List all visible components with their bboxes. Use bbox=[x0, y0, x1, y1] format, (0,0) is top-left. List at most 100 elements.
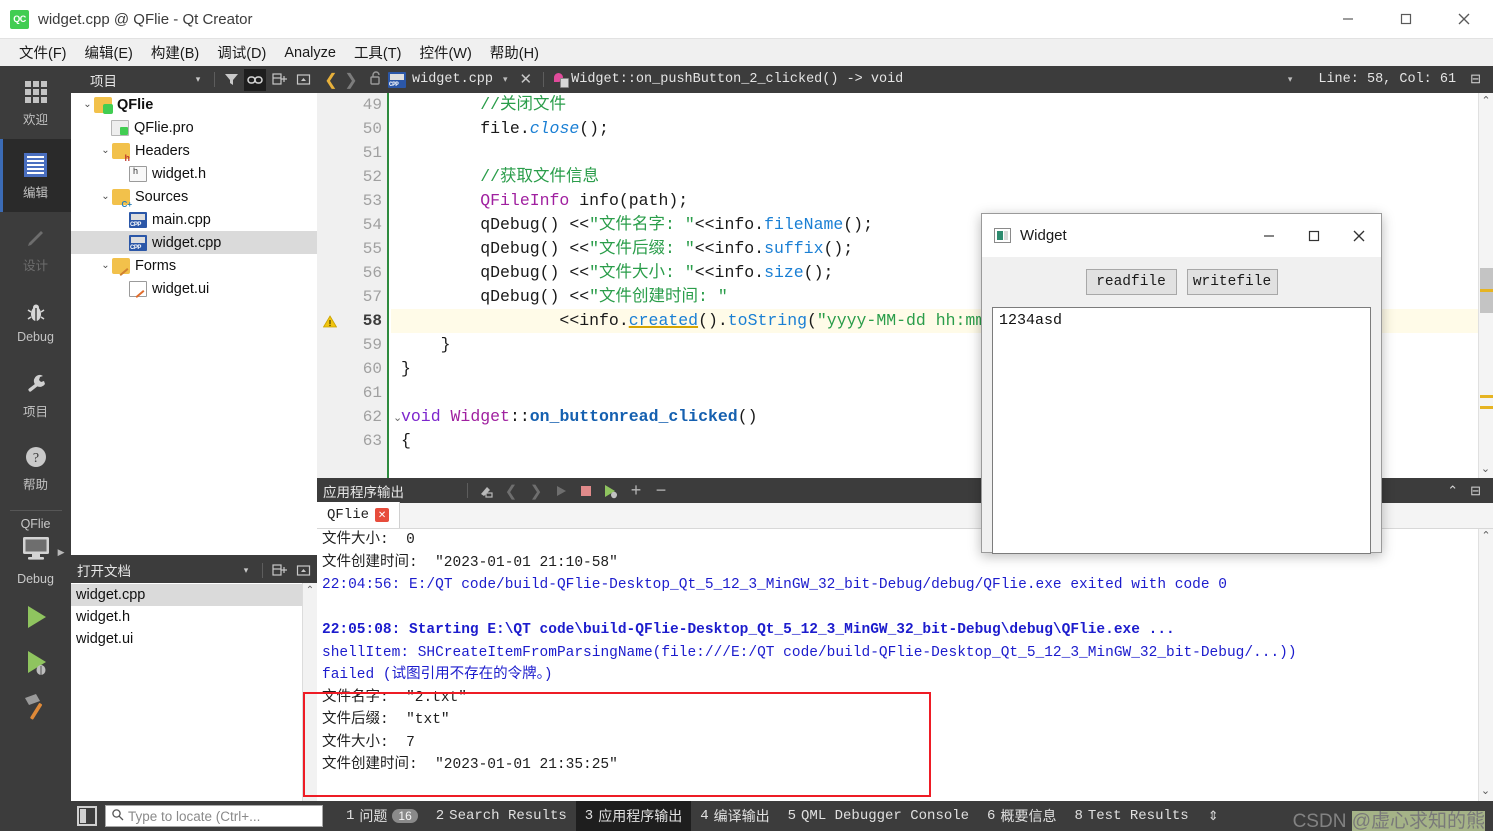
scroll-up-icon[interactable]: ⌃ bbox=[303, 583, 317, 599]
target-selector-button[interactable]: ▶ bbox=[19, 535, 65, 568]
pane-button-search-results[interactable]: 2 Search Results bbox=[427, 803, 576, 829]
lock-open-icon[interactable] bbox=[370, 70, 383, 89]
prev-item-icon[interactable]: ❮ bbox=[501, 481, 521, 501]
tree-node-sources[interactable]: ⌄ Sources bbox=[71, 185, 317, 209]
gutter-line-number[interactable]: 50 bbox=[317, 117, 387, 141]
go-forward-icon[interactable]: ❯ bbox=[341, 70, 361, 90]
clear-icon[interactable] bbox=[476, 481, 496, 501]
open-doc-widget-h[interactable]: widget.h bbox=[71, 606, 317, 628]
mode-welcome[interactable]: 欢迎 bbox=[0, 66, 71, 139]
code-line[interactable]: QFileInfo info(path); bbox=[391, 189, 1481, 213]
fold-toggle-icon[interactable]: ⌄ bbox=[393, 411, 402, 424]
open-doc-widget-cpp[interactable]: widget.cpp bbox=[71, 584, 317, 606]
tree-node-qflie-pro[interactable]: QFlie.pro bbox=[71, 116, 317, 139]
scroll-down-icon[interactable]: ⌄ bbox=[1479, 784, 1492, 801]
symbol-combo[interactable]: Widget::on_pushButton_2_clicked() -> voi… bbox=[553, 72, 903, 88]
mode-edit[interactable]: 编辑 bbox=[0, 139, 71, 212]
widget-minimize-button[interactable] bbox=[1246, 214, 1291, 257]
zoom-in-icon[interactable]: + bbox=[626, 480, 646, 501]
writefile-button[interactable]: writefile bbox=[1186, 269, 1278, 295]
mode-design[interactable]: 设计 bbox=[0, 212, 71, 285]
menu-debug[interactable]: 调试(D) bbox=[208, 39, 275, 66]
chevron-down-icon[interactable]: ⌄ bbox=[99, 191, 112, 202]
view-combo-caret-icon[interactable]: ▾ bbox=[187, 69, 209, 91]
chevron-down-icon[interactable]: ⌄ bbox=[81, 99, 94, 110]
tree-node-widget-ui[interactable]: widget.ui bbox=[71, 277, 317, 300]
stop-icon[interactable] bbox=[576, 481, 596, 501]
collapse-icon[interactable] bbox=[292, 69, 314, 91]
tree-node-qflie[interactable]: ⌄ QFlie bbox=[71, 93, 317, 116]
scroll-down-icon[interactable]: ⌄ bbox=[1479, 461, 1492, 478]
chevron-down-icon[interactable]: ▾ bbox=[503, 75, 508, 85]
sidebar-toggle-icon[interactable] bbox=[77, 806, 97, 826]
gutter-line-number[interactable]: 53 bbox=[317, 189, 387, 213]
output-scrollbar[interactable]: ⌃ ⌄ bbox=[1478, 529, 1493, 801]
output-tab-qflie[interactable]: QFlie ✕ bbox=[317, 502, 401, 528]
close-icon[interactable]: ✕ bbox=[375, 508, 390, 522]
menu-help[interactable]: 帮助(H) bbox=[481, 39, 548, 66]
close-document-icon[interactable]: ✕ bbox=[520, 70, 533, 89]
gutter-line-number[interactable]: 55 bbox=[317, 237, 387, 261]
gutter-line-number[interactable]: 52 bbox=[317, 165, 387, 189]
pane-button-qml-debugger-console[interactable]: 5 QML Debugger Console bbox=[779, 803, 978, 829]
readfile-button[interactable]: readfile bbox=[1085, 269, 1177, 295]
start-debugging-button[interactable] bbox=[19, 645, 53, 684]
widget-textedit[interactable]: 1234asd bbox=[992, 307, 1371, 554]
zoom-out-icon[interactable]: − bbox=[651, 480, 671, 501]
code-line[interactable]: file.close(); bbox=[391, 117, 1481, 141]
pane-button-issues[interactable]: 1 问题 16 bbox=[337, 801, 427, 831]
widget-close-button[interactable] bbox=[1336, 214, 1381, 257]
link-icon[interactable] bbox=[244, 68, 266, 91]
menu-edit[interactable]: 编辑(E) bbox=[76, 39, 142, 66]
current-file-combo[interactable]: widget.cpp ▾ bbox=[388, 71, 520, 88]
filter-icon[interactable] bbox=[220, 69, 242, 91]
split-editor-icon[interactable]: ⊟ bbox=[1470, 72, 1481, 87]
tree-node-headers[interactable]: ⌄ Headers bbox=[71, 139, 317, 163]
gutter-line-number[interactable]: 63 bbox=[317, 429, 387, 453]
gutter-line-number[interactable]: 51 bbox=[317, 141, 387, 165]
pane-resize-icon[interactable]: ⇕ bbox=[1198, 809, 1229, 824]
tree-node-widget-h[interactable]: widget.h bbox=[71, 162, 317, 185]
chevron-down-icon[interactable]: ⌄ bbox=[99, 260, 112, 271]
code-line[interactable]: //获取文件信息 bbox=[391, 165, 1481, 189]
code-line[interactable]: //关闭文件 bbox=[391, 93, 1481, 117]
minimize-button[interactable] bbox=[1319, 0, 1377, 39]
gutter-line-number[interactable]: 54 bbox=[317, 213, 387, 237]
maximize-panel-icon[interactable]: ⊟ bbox=[1470, 483, 1481, 499]
gutter-line-number[interactable]: 58 bbox=[317, 309, 387, 333]
widget-maximize-button[interactable] bbox=[1291, 214, 1336, 257]
maximize-button[interactable] bbox=[1377, 0, 1435, 39]
expand-all-icon[interactable] bbox=[268, 559, 290, 581]
run-button[interactable] bbox=[19, 600, 53, 639]
build-button[interactable] bbox=[19, 690, 53, 729]
menu-build[interactable]: 构建(B) bbox=[142, 39, 208, 66]
application-output-body[interactable]: 文件大小: 0 文件创建时间: "2023-01-01 21:10-58" 22:0… bbox=[317, 529, 1493, 801]
menu-analyze[interactable]: Analyze bbox=[275, 42, 345, 64]
gutter-line-number[interactable]: 57 bbox=[317, 285, 387, 309]
open-doc-widget-ui[interactable]: widget.ui bbox=[71, 628, 317, 650]
widget-application-window[interactable]: Widget readfile writefile 1234asd bbox=[981, 213, 1382, 554]
go-back-icon[interactable]: ❮ bbox=[321, 70, 341, 90]
open-docs-caret-icon[interactable]: ▾ bbox=[235, 559, 257, 581]
chevron-down-icon[interactable]: ⌄ bbox=[99, 145, 112, 156]
gutter-line-number[interactable]: 56 bbox=[317, 261, 387, 285]
editor-gutter[interactable]: 49 50 51 52 53 54 55 56 57 58 59 60 61 62 63 bbox=[317, 93, 389, 478]
next-item-icon[interactable]: ❯ bbox=[526, 481, 546, 501]
code-line[interactable] bbox=[391, 141, 1481, 165]
gutter-line-number[interactable]: 59 bbox=[317, 333, 387, 357]
gutter-line-number[interactable]: 62 bbox=[317, 405, 387, 429]
open-documents-scrollbar[interactable]: ⌃ bbox=[302, 583, 317, 801]
menu-widgets[interactable]: 控件(W) bbox=[410, 39, 480, 66]
close-button[interactable] bbox=[1435, 0, 1493, 39]
gutter-line-number[interactable]: 49 bbox=[317, 93, 387, 117]
editor-scrollbar[interactable]: ⌃ ⌄ bbox=[1478, 93, 1493, 478]
run-icon[interactable] bbox=[551, 481, 571, 501]
gutter-line-number[interactable]: 60 bbox=[317, 357, 387, 381]
pane-button-application-output[interactable]: 3 应用程序输出 bbox=[575, 801, 692, 831]
scroll-up-icon[interactable]: ⌃ bbox=[1479, 93, 1493, 110]
pane-button-general-messages[interactable]: 6 概要信息 bbox=[978, 801, 1065, 831]
scroll-up-icon[interactable]: ⌃ bbox=[1479, 529, 1493, 546]
project-tree[interactable]: ⌄ QFlie QFlie.pro ⌄ Headers widget.h ⌄ S… bbox=[71, 93, 317, 555]
menu-file[interactable]: 文件(F) bbox=[10, 39, 76, 66]
pane-button-test-results[interactable]: 8 Test Results bbox=[1065, 803, 1197, 829]
